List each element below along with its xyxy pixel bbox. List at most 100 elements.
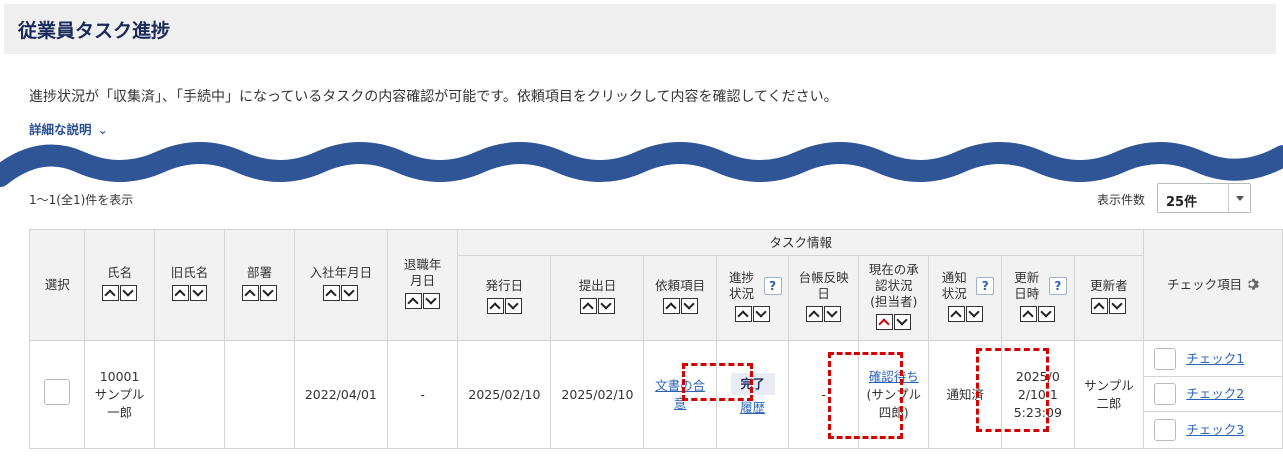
check-link[interactable]: チェック2 <box>1186 385 1244 403</box>
header-leave-date: 退職年月日 <box>386 229 459 341</box>
help-icon[interactable]: ? <box>763 277 782 295</box>
help-icon[interactable]: ? <box>976 277 995 295</box>
header-ledger: 台帳反映日 <box>788 255 859 341</box>
cell-check-items: チェック1 チェック2 チェック3 <box>1143 340 1283 449</box>
header-dept: 部署 <box>224 229 295 341</box>
sort-desc-icon[interactable] <box>341 285 359 301</box>
header-progress: 進捗状況? <box>715 255 790 341</box>
list-item: チェック1 <box>1144 342 1282 377</box>
history-link[interactable]: 履歴 <box>740 400 765 415</box>
sort-control[interactable] <box>1020 306 1056 322</box>
header-join-date: 入社年月日 <box>293 229 388 341</box>
gear-icon[interactable] <box>1245 277 1259 291</box>
header-submit-date: 提出日 <box>550 255 645 341</box>
sort-desc-icon[interactable] <box>894 314 912 330</box>
check-list: チェック1 チェック2 チェック3 <box>1144 342 1282 447</box>
sort-asc-icon[interactable] <box>242 285 260 301</box>
sort-asc-icon[interactable] <box>171 285 189 301</box>
help-icon[interactable]: ? <box>1048 277 1067 295</box>
sort-control[interactable] <box>735 306 771 322</box>
cell-join-date: 2022/04/01 <box>293 340 388 449</box>
check-link[interactable]: チェック3 <box>1186 421 1244 439</box>
sort-desc-icon[interactable] <box>120 285 138 301</box>
header-select: 選択 <box>28 229 86 341</box>
sort-control[interactable] <box>102 285 138 301</box>
sort-control[interactable] <box>486 298 522 314</box>
page-description: 進捗状況が「収集済」、「手続中」になっているタスクの内容確認が可能です。依頼項目… <box>29 89 838 105</box>
sort-control[interactable] <box>806 306 842 322</box>
sort-desc-icon[interactable] <box>189 285 207 301</box>
sort-desc-icon[interactable] <box>824 306 842 322</box>
approval-person: (サンプル 四郎) <box>866 386 934 420</box>
sort-desc-icon[interactable] <box>597 298 615 314</box>
header-approval: 現在の承認状況 (担当者) <box>857 255 930 341</box>
list-item: チェック3 <box>1144 412 1282 447</box>
sort-desc-icon[interactable] <box>753 306 771 322</box>
sort-asc-icon[interactable] <box>806 306 824 322</box>
check-link[interactable]: チェック1 <box>1186 350 1244 368</box>
sort-asc-icon[interactable] <box>1091 298 1109 314</box>
sort-control[interactable] <box>242 285 278 301</box>
sort-asc-icon[interactable] <box>102 285 120 301</box>
cell-approval: 確認待ち (サンプル 四郎) <box>857 340 934 449</box>
header-request-item: 依頼項目 <box>643 255 717 341</box>
header-notice: 通知状況? <box>928 255 1003 341</box>
header-updater: 更新者 <box>1073 255 1145 341</box>
sort-asc-icon[interactable] <box>876 314 894 330</box>
status-badge: 完了 <box>730 372 775 395</box>
sort-asc-icon[interactable] <box>486 298 504 314</box>
sort-control[interactable] <box>171 285 207 301</box>
cell-updated-at: 2025/02/10 15:23:09 <box>1001 340 1075 449</box>
check-checkbox[interactable] <box>1154 383 1177 405</box>
sort-desc-icon[interactable] <box>1038 306 1056 322</box>
per-page-label: 表示件数 <box>1097 193 1146 207</box>
sort-asc-icon[interactable] <box>405 293 423 309</box>
header-check-items: チェック項目 <box>1143 229 1283 341</box>
sort-desc-icon[interactable] <box>504 298 522 314</box>
header-name: 氏名 <box>84 229 155 341</box>
cell-name: 10001 サンプル一郎 <box>84 340 155 449</box>
approval-status-link[interactable]: 確認待ち <box>869 369 919 384</box>
cell-old-name <box>153 340 226 449</box>
table-row: 10001 サンプル一郎 2022/04/01 - 2025/02/10 2025… <box>28 340 1283 449</box>
check-checkbox[interactable] <box>1154 418 1177 441</box>
cell-submit-date: 2025/02/10 <box>550 340 645 449</box>
sort-asc-icon[interactable] <box>735 306 753 322</box>
per-page-value: 25件 <box>1166 195 1198 210</box>
sort-control[interactable] <box>323 285 359 301</box>
sort-asc-icon[interactable] <box>323 285 341 301</box>
cell-ledger: - <box>788 340 859 449</box>
cell-issue-date: 2025/02/10 <box>457 340 552 449</box>
sort-asc-icon[interactable] <box>947 306 965 322</box>
sort-desc-icon[interactable] <box>680 298 698 314</box>
sort-control[interactable] <box>947 306 983 322</box>
sort-control[interactable] <box>405 293 441 309</box>
sort-desc-icon[interactable] <box>1109 298 1127 314</box>
wave-divider <box>0 142 1283 187</box>
sort-control[interactable] <box>1091 298 1127 314</box>
sort-control[interactable] <box>876 314 912 330</box>
request-item-link[interactable]: 文書の合意 <box>652 377 708 413</box>
task-table: 選択 氏名 旧氏名 部署 入社年月日 退職年月日 タスク情報 チェック項目 発行… <box>28 229 1283 449</box>
sort-asc-icon[interactable] <box>579 298 597 314</box>
cell-notice: 通知済 <box>928 340 1003 449</box>
sort-desc-icon[interactable] <box>965 306 983 322</box>
page-title: 従業員タスク進捗 <box>18 20 171 42</box>
cell-progress: 完了 履歴 <box>715 340 790 449</box>
list-item: チェック2 <box>1144 377 1282 412</box>
sort-asc-icon[interactable] <box>1020 306 1038 322</box>
sort-asc-icon[interactable] <box>662 298 680 314</box>
per-page-select[interactable]: 25件 <box>1157 183 1251 213</box>
cell-request-item: 文書の合意 <box>643 340 717 449</box>
header-updated-at: 更新日時? <box>1001 255 1075 341</box>
cell-leave-date: - <box>386 340 459 449</box>
row-select-checkbox[interactable] <box>44 379 71 405</box>
cell-dept <box>224 340 295 449</box>
result-count: 1〜1(全1)件を表示 <box>29 193 134 207</box>
sort-desc-icon[interactable] <box>260 285 278 301</box>
sort-control[interactable] <box>579 298 615 314</box>
sort-control[interactable] <box>662 298 698 314</box>
sort-desc-icon[interactable] <box>423 293 441 309</box>
header-issue-date: 発行日 <box>457 255 552 341</box>
check-checkbox[interactable] <box>1154 348 1177 370</box>
